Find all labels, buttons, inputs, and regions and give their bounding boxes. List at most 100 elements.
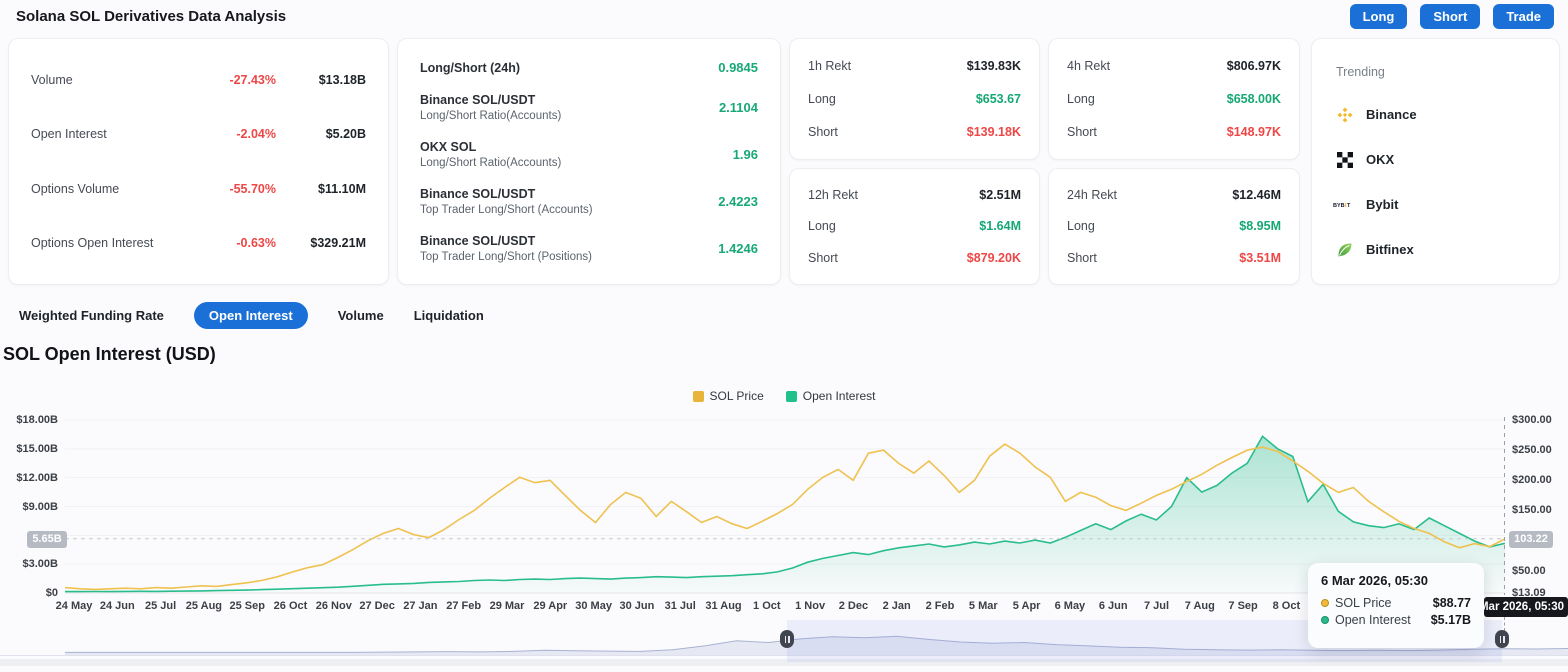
ratio-title: Long/Short (24h) bbox=[420, 60, 520, 75]
x-axis-tick: 7 Jul bbox=[1143, 600, 1170, 612]
rekt-short-label: Short bbox=[1067, 125, 1097, 140]
trending-item-bitfinex[interactable]: Bitfinex bbox=[1336, 241, 1535, 259]
rekt-short-label: Short bbox=[1067, 251, 1097, 266]
rekt-title-row: 1h Rekt $139.83K bbox=[808, 59, 1021, 73]
x-axis-tick: 2 Jan bbox=[882, 600, 911, 612]
chart-section-title: SOL Open Interest (USD) bbox=[3, 344, 216, 364]
tab-weighted-funding-rate[interactable]: Weighted Funding Rate bbox=[19, 302, 164, 329]
x-axis-tick: 31 Jul bbox=[664, 600, 696, 612]
ratio-value: 1.4246 bbox=[718, 241, 758, 256]
stat-row: Options Open Interest -0.63% $329.21M bbox=[31, 236, 366, 250]
rekt-cards-grid: 1h Rekt $139.83K Long $653.67 Short $139.18K 4… bbox=[789, 38, 1303, 285]
x-axis-tick: 7 Sep bbox=[1228, 600, 1258, 612]
navigator-right-handle[interactable] bbox=[1495, 630, 1510, 648]
navigator-left-handle[interactable] bbox=[780, 630, 795, 648]
stat-change: -2.04% bbox=[236, 127, 276, 142]
crosshair-line bbox=[1504, 617, 1505, 631]
x-axis-tick: 1 Nov bbox=[795, 600, 826, 612]
rekt-total: $12.46M bbox=[1232, 187, 1281, 202]
short-button[interactable]: Short bbox=[1420, 4, 1481, 29]
rekt-total: $139.83K bbox=[966, 58, 1021, 73]
tab-open-interest[interactable]: Open Interest bbox=[193, 301, 308, 329]
trending-item-binance[interactable]: Binance bbox=[1336, 106, 1535, 124]
ratio-row: Binance SOL/USDT Top Trader Long/Short (A… bbox=[420, 187, 758, 216]
long-short-ratio-card: Long/Short (24h) 0.9845 Binance SOL/USDT Lo… bbox=[397, 38, 781, 285]
stat-value: $13.18B bbox=[318, 73, 366, 88]
rekt-long-row: Long $658.00K bbox=[1067, 92, 1281, 106]
derivatives-dashboard: Solana SOL Derivatives Data Analysis Lon… bbox=[0, 0, 1568, 672]
x-axis-tick: 2 Dec bbox=[838, 600, 869, 612]
legend-swatch-icon bbox=[785, 390, 797, 402]
legend-item-sol-price[interactable]: SOL Price bbox=[692, 389, 764, 403]
x-axis-tick: 24 Jun bbox=[99, 600, 135, 612]
1h-rekt-card: 1h Rekt $139.83K Long $653.67 Short $139.18K bbox=[789, 38, 1040, 160]
rekt-short-row: Short $3.51M bbox=[1067, 251, 1281, 265]
rekt-long-label: Long bbox=[808, 91, 836, 106]
trade-button[interactable]: Trade bbox=[1493, 4, 1554, 29]
tab-liquidation[interactable]: Liquidation bbox=[414, 302, 484, 329]
x-axis-tick: 29 Apr bbox=[533, 600, 568, 612]
rekt-title-row: 4h Rekt $806.97K bbox=[1067, 59, 1281, 73]
svg-text:T: T bbox=[1347, 203, 1351, 209]
ratio-subtitle: Top Trader Long/Short (Positions) bbox=[420, 251, 592, 263]
ratio-value: 2.1104 bbox=[718, 100, 758, 115]
right-axis-tick: $150.00 bbox=[1512, 504, 1552, 517]
legend-item-open-interest[interactable]: Open Interest bbox=[785, 389, 875, 403]
trending-item-bybit[interactable]: BYB I T Bybit bbox=[1333, 196, 1535, 214]
ratio-titles: Binance SOL/USDT Top Trader Long/Short (P… bbox=[420, 234, 718, 263]
x-axis-tick: 25 Sep bbox=[229, 600, 265, 612]
stat-value: $5.20B bbox=[325, 127, 366, 142]
ratio-value: 0.9845 bbox=[718, 60, 758, 75]
chart-tabs: Weighted Funding Rate Open Interest Volume… bbox=[19, 299, 484, 331]
x-axis-tick: 27 Jan bbox=[403, 600, 438, 612]
sol-price-dot-icon bbox=[1321, 599, 1329, 607]
right-axis-tick: $50.00 bbox=[1512, 564, 1546, 577]
rekt-title-row: 24h Rekt $12.46M bbox=[1067, 188, 1281, 202]
left-axis-tick: $9.00B bbox=[22, 500, 58, 513]
ratio-titles: Binance SOL/USDT Long/Short Ratio(Account… bbox=[420, 93, 719, 122]
ratio-row: Binance SOL/USDT Long/Short Ratio(Account… bbox=[420, 93, 758, 122]
rekt-short-row: Short $148.97K bbox=[1067, 125, 1281, 139]
rekt-title: 4h Rekt bbox=[1067, 58, 1111, 73]
x-axis-tick: 8 Oct bbox=[1272, 600, 1301, 612]
x-axis-tick: 5 Apr bbox=[1012, 600, 1041, 612]
ratio-titles: Binance SOL/USDT Top Trader Long/Short (A… bbox=[420, 187, 718, 216]
rekt-short-label: Short bbox=[808, 125, 838, 140]
x-axis-tick: 27 Feb bbox=[446, 600, 482, 612]
stat-change: -55.70% bbox=[229, 181, 276, 196]
right-axis-tick: $300.00 bbox=[1512, 414, 1552, 426]
exchange-name: Bybit bbox=[1366, 197, 1399, 212]
stat-row: Volume -27.43% $13.18B bbox=[31, 73, 366, 87]
rekt-short-value: $879.20K bbox=[966, 251, 1021, 266]
rekt-long-row: Long $1.64M bbox=[808, 219, 1021, 233]
4h-rekt-card: 4h Rekt $806.97K Long $658.00K Short $148.97K bbox=[1048, 38, 1300, 160]
rekt-title-row: 12h Rekt $2.51M bbox=[808, 188, 1021, 202]
rekt-title: 12h Rekt bbox=[808, 187, 859, 202]
header-buttons: Long Short Trade bbox=[1349, 4, 1554, 29]
trending-title: Trending bbox=[1336, 64, 1385, 79]
x-axis-tick: 7 Aug bbox=[1184, 600, 1215, 612]
stat-value: $11.10M bbox=[318, 181, 366, 196]
trending-card: Trending Binance OKX BYB I T Bybit Bitfinex bbox=[1311, 38, 1560, 285]
ratio-titles: OKX SOL Long/Short Ratio(Accounts) bbox=[420, 140, 733, 169]
ratio-row: Binance SOL/USDT Top Trader Long/Short (P… bbox=[420, 234, 758, 263]
rekt-long-row: Long $653.67 bbox=[808, 92, 1021, 106]
stats-card: Volume -27.43% $13.18B Open Interest -2.04% $… bbox=[8, 38, 389, 285]
main-chart[interactable] bbox=[65, 413, 1505, 595]
bybit-icon: BYB I T bbox=[1333, 196, 1354, 214]
left-axis-tick: $3.00B bbox=[22, 558, 58, 571]
stat-value: $329.21M bbox=[310, 235, 366, 250]
bitfinex-icon bbox=[1336, 241, 1354, 259]
tooltip-row-price: SOL Price $88.77 bbox=[1321, 596, 1471, 610]
ratio-titles: Long/Short (24h) bbox=[420, 61, 718, 75]
rekt-long-row: Long $8.95M bbox=[1067, 219, 1281, 233]
stat-label: Open Interest bbox=[31, 127, 107, 142]
tab-volume[interactable]: Volume bbox=[338, 302, 384, 329]
navigator-selection[interactable] bbox=[787, 620, 1503, 662]
long-button[interactable]: Long bbox=[1349, 4, 1408, 29]
rekt-long-value: $658.00K bbox=[1226, 91, 1281, 106]
rekt-short-row: Short $139.18K bbox=[808, 125, 1021, 139]
exchange-name: OKX bbox=[1366, 152, 1395, 167]
rekt-long-label: Long bbox=[808, 219, 836, 234]
trending-item-okx[interactable]: OKX bbox=[1336, 151, 1535, 169]
